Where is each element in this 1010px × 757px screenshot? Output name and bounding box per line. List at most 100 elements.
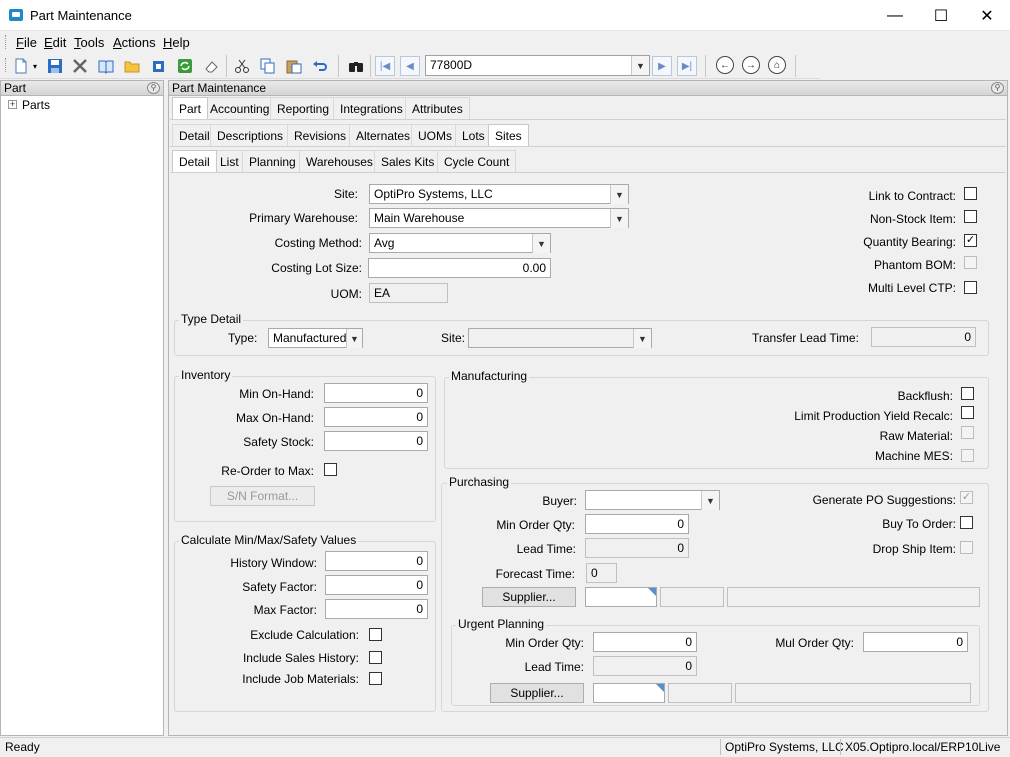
last-record-button[interactable]: ▶|	[677, 56, 697, 76]
max-factor-input[interactable]: 0	[325, 599, 428, 619]
tab-revisions[interactable]: Revisions	[287, 124, 354, 146]
toolbar-separator	[226, 55, 227, 77]
tab-list[interactable]: List	[213, 150, 246, 172]
safety-stock-input[interactable]: 0	[324, 431, 428, 451]
tab-attributes[interactable]: Attributes	[405, 97, 470, 119]
phantom-bom-checkbox	[964, 256, 977, 269]
menu-file[interactable]: File	[16, 35, 37, 50]
max-on-hand-input[interactable]: 0	[324, 407, 428, 427]
chevron-down-icon[interactable]: ▼	[633, 329, 651, 348]
exclude-calculation-checkbox[interactable]	[369, 628, 382, 641]
tab-lots[interactable]: Lots	[455, 124, 492, 146]
close-button[interactable]: ✕	[964, 0, 1010, 31]
new-icon[interactable]	[12, 57, 30, 75]
back-arrow-icon[interactable]: ←	[716, 56, 734, 74]
paste-icon[interactable]	[285, 57, 303, 75]
pin-icon[interactable]: ⚲	[147, 82, 160, 94]
tab-integrations[interactable]: Integrations	[333, 97, 410, 119]
tab-warehouses[interactable]: Warehouses	[299, 150, 380, 172]
costing-method-value: Avg	[374, 236, 395, 250]
backflush-checkbox[interactable]	[961, 387, 974, 400]
include-job-materials-checkbox[interactable]	[369, 672, 382, 685]
buyer-select[interactable]: ▼	[585, 490, 720, 510]
menu-edit[interactable]: Edit	[44, 35, 66, 50]
pin-icon[interactable]: ⚲	[991, 82, 1004, 94]
part-number-combo[interactable]: 77800D ▼	[425, 55, 650, 76]
menu-actions[interactable]: Actions	[113, 35, 156, 50]
menu-grip	[5, 35, 8, 49]
previous-record-button[interactable]: ◀	[400, 56, 420, 76]
tree-expand-icon[interactable]: +	[8, 100, 17, 109]
non-stock-item-checkbox[interactable]	[964, 210, 977, 223]
open-folder-icon[interactable]	[123, 57, 141, 75]
forecast-time-field: 0	[586, 563, 617, 583]
forward-arrow-icon[interactable]: →	[742, 56, 760, 74]
next-record-button[interactable]: ▶	[652, 56, 672, 76]
tab-descriptions[interactable]: Descriptions	[210, 124, 291, 146]
save-icon[interactable]	[46, 57, 64, 75]
chevron-down-icon[interactable]: ▼	[631, 56, 649, 75]
quantity-bearing-checkbox[interactable]: ✓	[964, 234, 977, 247]
history-window-input[interactable]: 0	[325, 551, 428, 571]
limit-yield-recalc-label: Limit Production Yield Recalc:	[794, 409, 953, 423]
limit-yield-recalc-checkbox[interactable]	[961, 406, 974, 419]
type-site-select[interactable]: ▼	[468, 328, 652, 348]
costing-lot-size-input[interactable]: 0.00	[368, 258, 551, 278]
tab-part[interactable]: Part	[172, 97, 209, 119]
urgent-supplier-button[interactable]: Supplier...	[490, 683, 584, 703]
urgent-supplier-id-input[interactable]	[593, 683, 665, 703]
tree-node-parts[interactable]: Parts	[22, 98, 50, 112]
supplier-button[interactable]: Supplier...	[482, 587, 576, 607]
new-dropdown-icon[interactable]: ▾	[33, 62, 37, 71]
menu-help[interactable]: Help	[163, 35, 190, 50]
delete-icon[interactable]	[71, 57, 89, 75]
minimize-button[interactable]: —	[872, 0, 918, 31]
reorder-to-max-checkbox[interactable]	[324, 463, 337, 476]
type-select[interactable]: Manufactured ▼	[268, 328, 363, 348]
clear-icon[interactable]	[202, 57, 220, 75]
mul-order-qty-input[interactable]: 0	[863, 632, 968, 652]
toolbar-separator	[795, 55, 796, 77]
first-record-button[interactable]: |◀	[375, 56, 395, 76]
chevron-down-icon[interactable]: ▼	[701, 491, 719, 510]
tab-sites[interactable]: Sites	[488, 124, 529, 146]
chevron-down-icon[interactable]: ▼	[346, 329, 362, 348]
tab-sales-kits[interactable]: Sales Kits	[374, 150, 442, 172]
urgent-min-order-input[interactable]: 0	[593, 632, 697, 652]
include-sales-history-checkbox[interactable]	[369, 651, 382, 664]
link-to-contract-checkbox[interactable]	[964, 187, 977, 200]
multi-level-ctp-checkbox[interactable]	[964, 281, 977, 294]
undo-icon[interactable]	[311, 57, 329, 75]
min-on-hand-label: Min On-Hand:	[239, 387, 314, 401]
tab-reporting[interactable]: Reporting	[270, 97, 337, 119]
min-on-hand-input[interactable]: 0	[324, 383, 428, 403]
book-icon[interactable]	[97, 57, 115, 75]
tab-cycle-count[interactable]: Cycle Count	[437, 150, 517, 172]
site-select[interactable]: OptiPro Systems, LLC ▼	[369, 184, 629, 204]
safety-factor-input[interactable]: 0	[325, 575, 428, 595]
maximize-button[interactable]: ☐	[918, 0, 964, 31]
buy-to-order-checkbox[interactable]	[960, 516, 973, 529]
cut-icon[interactable]	[233, 57, 251, 75]
window-title: Part Maintenance	[30, 8, 132, 23]
chevron-down-icon[interactable]: ▼	[610, 185, 628, 204]
chevron-down-icon[interactable]: ▼	[610, 209, 628, 228]
tab-accounting[interactable]: Accounting	[203, 97, 277, 119]
tab-alternates[interactable]: Alternates	[349, 124, 418, 146]
refresh-icon[interactable]	[176, 57, 194, 75]
tab-planning[interactable]: Planning	[242, 150, 303, 172]
chevron-down-icon[interactable]: ▼	[532, 234, 550, 253]
copy-icon[interactable]	[259, 57, 277, 75]
costing-method-select[interactable]: Avg ▼	[369, 233, 551, 253]
history-window-label: History Window:	[230, 556, 317, 570]
primary-warehouse-select[interactable]: Main Warehouse ▼	[369, 208, 629, 228]
status-separator	[840, 739, 841, 755]
attachment-icon[interactable]	[150, 57, 168, 75]
search-binoculars-icon[interactable]	[347, 57, 365, 75]
menu-tools[interactable]: Tools	[74, 35, 104, 50]
tab-uoms[interactable]: UOMs	[411, 124, 459, 146]
min-order-qty-input[interactable]: 0	[585, 514, 689, 534]
supplier-id-input[interactable]	[585, 587, 657, 607]
home-icon[interactable]: ⌂	[768, 56, 786, 74]
tab-site-detail[interactable]: Detail	[172, 150, 217, 172]
